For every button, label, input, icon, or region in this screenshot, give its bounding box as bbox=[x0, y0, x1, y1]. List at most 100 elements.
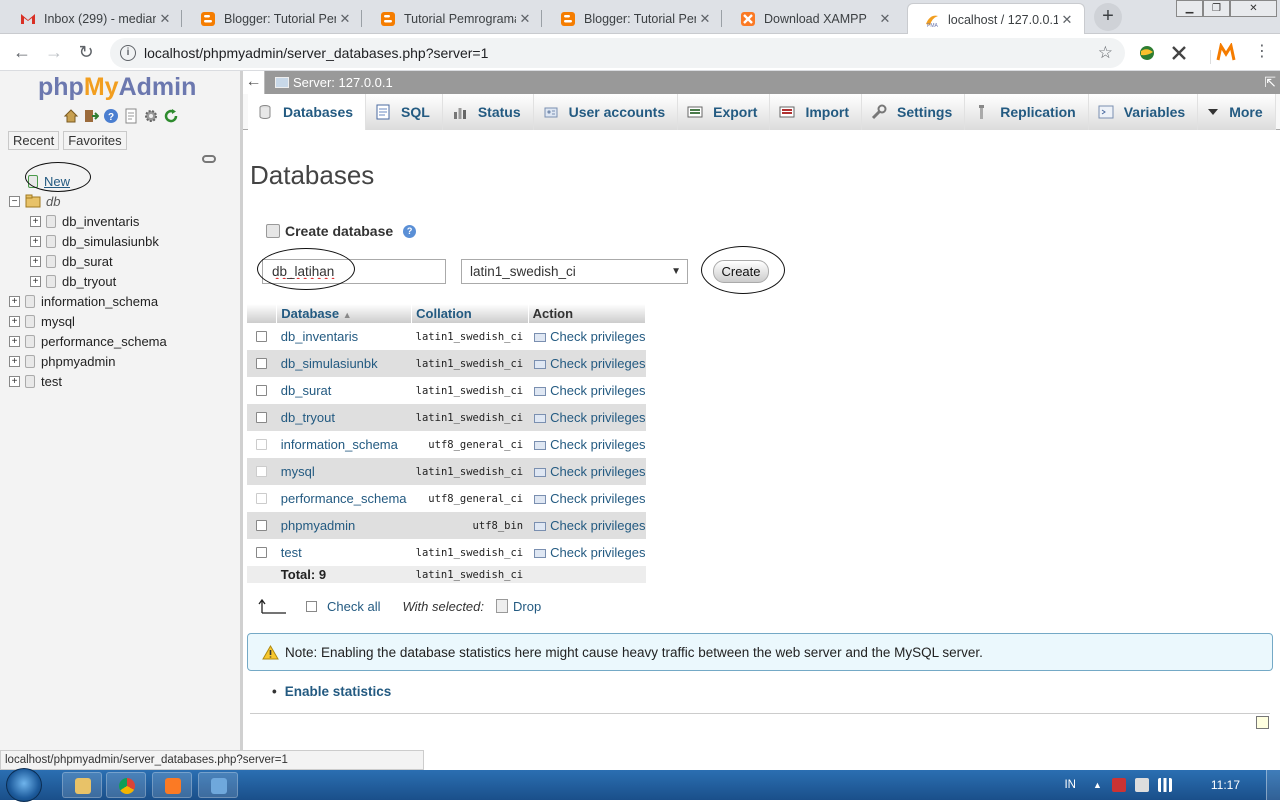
tree-item-label[interactable]: test bbox=[41, 374, 62, 389]
page-maximize-icon[interactable]: ⇱ bbox=[1264, 74, 1276, 91]
phpmyadmin-logo[interactable]: phpMyAdmin bbox=[38, 73, 196, 102]
database-link[interactable]: db_inventaris bbox=[276, 323, 412, 350]
extension-globe-icon[interactable] bbox=[1138, 44, 1156, 62]
forward-button[interactable]: → bbox=[42, 41, 66, 65]
expand-icon[interactable]: + bbox=[30, 235, 41, 247]
maximize-button[interactable]: ❐ bbox=[1203, 0, 1230, 17]
check-all-checkbox[interactable] bbox=[306, 600, 317, 612]
database-link[interactable]: phpmyadmin bbox=[276, 512, 412, 539]
show-hidden-icons[interactable]: ▲ bbox=[1093, 780, 1102, 790]
row-checkbox[interactable] bbox=[256, 412, 267, 423]
show-desktop-button[interactable] bbox=[1266, 770, 1280, 800]
back-button[interactable]: ← bbox=[10, 41, 34, 65]
column-header-collation[interactable]: Collation bbox=[411, 304, 529, 323]
database-link[interactable]: information_schema bbox=[276, 431, 412, 458]
drop-button[interactable]: Drop bbox=[513, 599, 541, 614]
tree-group-db[interactable]: − db bbox=[0, 191, 240, 211]
tab-settings[interactable]: Settings bbox=[862, 94, 966, 130]
link-with-main-panel-icon[interactable] bbox=[202, 155, 216, 163]
new-tab-button[interactable]: + bbox=[1094, 3, 1122, 31]
tree-item-mysql[interactable]: + mysql bbox=[0, 311, 240, 331]
row-checkbox[interactable] bbox=[256, 358, 267, 369]
check-privileges-link[interactable]: Check privileges bbox=[528, 323, 646, 350]
console-toggle-icon[interactable] bbox=[1256, 716, 1269, 729]
address-bar[interactable]: i ☆ bbox=[110, 38, 1125, 68]
minimize-button[interactable]: ▁ bbox=[1176, 0, 1203, 17]
database-link[interactable]: test bbox=[276, 539, 412, 566]
clock[interactable]: 11:17 bbox=[1211, 778, 1240, 792]
home-icon[interactable] bbox=[63, 108, 79, 124]
tree-item-label[interactable]: phpmyadmin bbox=[41, 354, 115, 369]
expand-icon[interactable]: + bbox=[9, 295, 20, 307]
tab-more[interactable]: More bbox=[1198, 94, 1276, 130]
extension-m-icon[interactable] bbox=[1216, 43, 1236, 63]
browser-tab-gmail[interactable]: Inbox (299) - mediani ✕ bbox=[4, 3, 182, 34]
browser-tab-blogger-2[interactable]: Tutorial Pemrograman ✕ bbox=[364, 3, 542, 34]
check-all-label[interactable]: Check all bbox=[327, 599, 380, 614]
check-privileges-link[interactable]: Check privileges bbox=[528, 431, 646, 458]
browser-tab-phpmyadmin[interactable]: PMA localhost / 127.0.0.1 | ✕ bbox=[907, 3, 1085, 35]
taskbar-app[interactable] bbox=[198, 772, 238, 798]
expand-icon[interactable]: + bbox=[9, 335, 20, 347]
expand-icon[interactable]: + bbox=[9, 355, 20, 367]
tree-item-phpmyadmin[interactable]: + phpmyadmin bbox=[0, 351, 240, 371]
tab-replication[interactable]: Replication bbox=[965, 94, 1089, 130]
database-link[interactable]: db_tryout bbox=[276, 404, 412, 431]
tab-import[interactable]: Import bbox=[770, 94, 863, 130]
check-privileges-link[interactable]: Check privileges bbox=[528, 377, 646, 404]
tab-recent[interactable]: Recent bbox=[8, 131, 60, 150]
tree-item-db_tryout[interactable]: + db_tryout bbox=[0, 271, 240, 291]
collapse-nav-arrow-icon[interactable]: ← bbox=[243, 71, 265, 94]
expand-icon[interactable]: + bbox=[30, 215, 41, 227]
bookmark-star-icon[interactable]: ☆ bbox=[1098, 43, 1113, 63]
tab-variables[interactable]: Variables bbox=[1088, 94, 1199, 130]
check-privileges-link[interactable]: Check privileges bbox=[528, 485, 646, 512]
expand-icon[interactable]: + bbox=[9, 315, 20, 327]
tree-item-test[interactable]: + test bbox=[0, 371, 240, 391]
refresh-icon[interactable] bbox=[163, 108, 179, 124]
row-checkbox[interactable] bbox=[256, 385, 267, 396]
tab-favorites[interactable]: Favorites bbox=[63, 131, 127, 150]
docs-icon[interactable] bbox=[123, 108, 139, 124]
check-privileges-link[interactable]: Check privileges bbox=[528, 404, 646, 431]
panel-resizer[interactable] bbox=[240, 71, 243, 751]
tree-item-label[interactable]: db_inventaris bbox=[62, 214, 139, 229]
tree-item-label[interactable]: performance_schema bbox=[41, 334, 167, 349]
tree-item-label[interactable]: db_surat bbox=[62, 254, 113, 269]
taskbar-chrome[interactable] bbox=[106, 772, 146, 798]
close-icon[interactable]: ✕ bbox=[336, 11, 354, 27]
tray-app-icon[interactable] bbox=[1111, 778, 1126, 792]
close-icon[interactable]: ✕ bbox=[1058, 12, 1076, 28]
close-icon[interactable]: ✕ bbox=[516, 11, 534, 27]
tree-item-db_simulasiunbk[interactable]: + db_simulasiunbk bbox=[0, 231, 240, 251]
tree-item-performance_schema[interactable]: + performance_schema bbox=[0, 331, 240, 351]
tree-item-label[interactable]: db_simulasiunbk bbox=[62, 234, 159, 249]
check-privileges-link[interactable]: Check privileges bbox=[528, 539, 646, 566]
check-privileges-link[interactable]: Check privileges bbox=[528, 458, 646, 485]
row-checkbox[interactable] bbox=[256, 520, 267, 531]
reload-button[interactable]: ↻ bbox=[74, 41, 98, 65]
tab-export[interactable]: Export bbox=[678, 94, 771, 130]
row-checkbox[interactable] bbox=[256, 547, 267, 558]
enable-statistics-link[interactable]: Enable statistics bbox=[285, 684, 392, 699]
database-link[interactable]: db_simulasiunbk bbox=[276, 350, 412, 377]
tab-sql[interactable]: SQL bbox=[366, 94, 443, 130]
database-link[interactable]: db_surat bbox=[276, 377, 412, 404]
check-privileges-link[interactable]: Check privileges bbox=[528, 512, 646, 539]
tab-databases[interactable]: Databases bbox=[248, 94, 367, 130]
taskbar-explorer[interactable] bbox=[62, 772, 102, 798]
database-link[interactable]: mysql bbox=[276, 458, 412, 485]
expand-icon[interactable]: + bbox=[30, 275, 41, 287]
browser-tab-xampp[interactable]: Download XAMPP ✕ bbox=[724, 3, 902, 34]
help-icon[interactable]: ? bbox=[403, 224, 417, 238]
tree-item-label[interactable]: mysql bbox=[41, 314, 75, 329]
start-button-icon[interactable] bbox=[6, 768, 42, 802]
logout-icon[interactable] bbox=[83, 108, 99, 124]
close-icon[interactable]: ✕ bbox=[696, 11, 714, 27]
menu-dots-icon[interactable]: ⋮ bbox=[1250, 41, 1274, 65]
url-input[interactable] bbox=[144, 45, 1044, 61]
volume-icon[interactable] bbox=[1134, 778, 1149, 792]
tab-user-accounts[interactable]: User accounts bbox=[533, 94, 679, 130]
help-icon[interactable]: ? bbox=[103, 108, 119, 124]
database-link[interactable]: performance_schema bbox=[276, 485, 412, 512]
